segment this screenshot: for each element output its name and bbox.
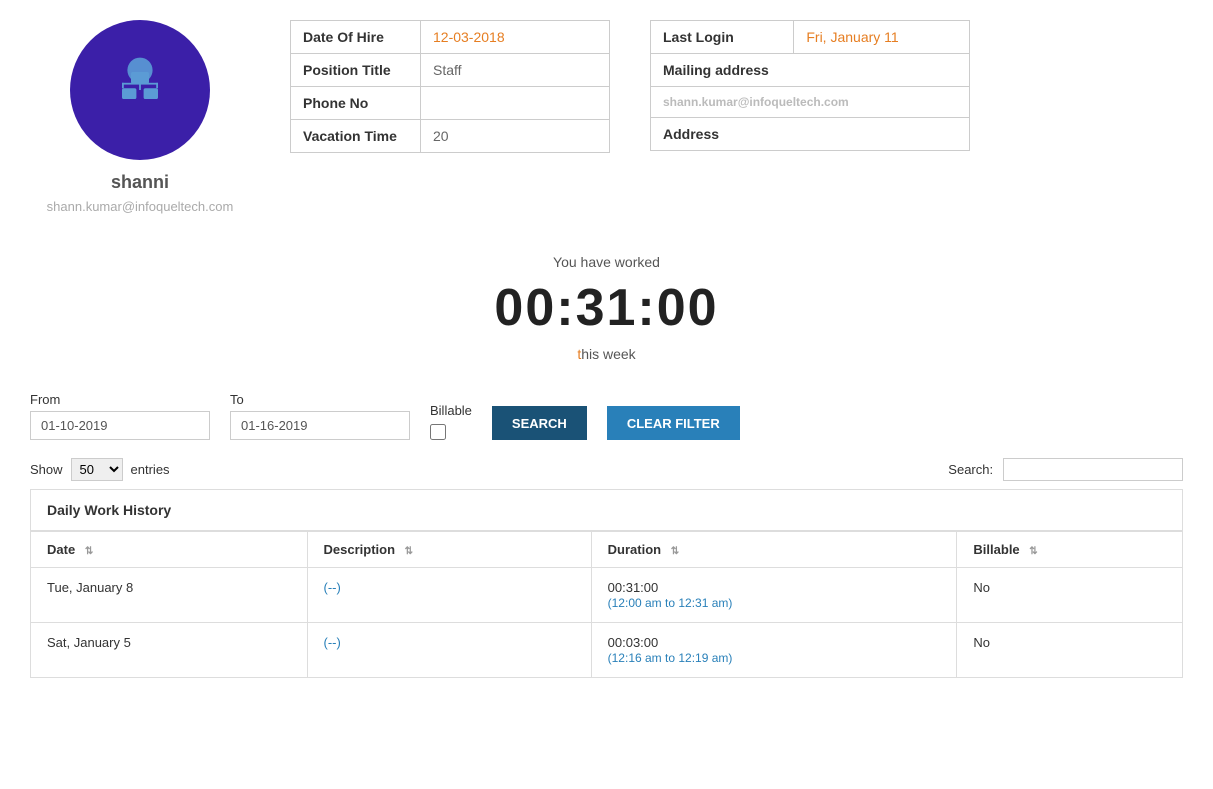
description-link[interactable]: (--) bbox=[324, 580, 341, 595]
table-section-title: Daily Work History bbox=[31, 490, 1183, 532]
table-row: Position Title Staff bbox=[291, 54, 610, 87]
table-row: Last Login Fri, January 11 bbox=[651, 21, 970, 54]
value-date-of-hire: 12-03-2018 bbox=[421, 21, 610, 54]
value-mailing-address: shann.kumar@infoqueltech.com bbox=[651, 87, 970, 118]
table-row: Date Of Hire 12-03-2018 bbox=[291, 21, 610, 54]
label-mailing-address: Mailing address bbox=[651, 54, 970, 87]
week-highlight: t bbox=[577, 346, 581, 362]
search-button[interactable]: SEARCH bbox=[492, 406, 587, 440]
col-duration-label: Duration bbox=[608, 542, 661, 557]
duration-value: 00:31:00 bbox=[608, 580, 659, 595]
table-search-input[interactable] bbox=[1003, 458, 1183, 481]
cell-description: (--) bbox=[307, 623, 591, 678]
sort-arrows-billable[interactable]: ⇅ bbox=[1029, 546, 1037, 557]
label-position-title: Position Title bbox=[291, 54, 421, 87]
daily-work-table: Daily Work History Date ⇅ Description ⇅ … bbox=[30, 489, 1183, 678]
employee-info-table: Date Of Hire 12-03-2018 Position Title S… bbox=[290, 20, 610, 153]
cell-date: Tue, January 8 bbox=[31, 568, 308, 623]
to-input[interactable] bbox=[230, 411, 410, 440]
sort-arrows-date[interactable]: ⇅ bbox=[85, 546, 93, 557]
table-row: Tue, January 8 (--) 00:31:00 (12:00 am t… bbox=[31, 568, 1183, 623]
table-row: Sat, January 5 (--) 00:03:00 (12:16 am t… bbox=[31, 623, 1183, 678]
worked-label: You have worked bbox=[0, 254, 1213, 270]
duration-detail: (12:16 am to 12:19 am) bbox=[608, 651, 733, 665]
show-entries: Show 50 25 10 100 entries bbox=[30, 458, 170, 481]
table-header-row: Date ⇅ Description ⇅ Duration ⇅ Billable… bbox=[31, 531, 1183, 568]
from-input[interactable] bbox=[30, 411, 210, 440]
cell-date: Sat, January 5 bbox=[31, 623, 308, 678]
col-date-label: Date bbox=[47, 542, 75, 557]
col-description: Description ⇅ bbox=[307, 531, 591, 568]
data-table-wrapper: Daily Work History Date ⇅ Description ⇅ … bbox=[0, 489, 1213, 708]
col-billable: Billable ⇅ bbox=[957, 531, 1183, 568]
from-group: From bbox=[30, 392, 210, 440]
sort-arrows-duration[interactable]: ⇅ bbox=[671, 546, 679, 557]
profile-email: shann.kumar@infoqueltech.com bbox=[47, 199, 234, 214]
search-label: Search: bbox=[948, 462, 993, 477]
table-row: Mailing address bbox=[651, 54, 970, 87]
login-info-table: Last Login Fri, January 11 Mailing addre… bbox=[650, 20, 970, 151]
info-tables: Date Of Hire 12-03-2018 Position Title S… bbox=[290, 20, 1183, 214]
billable-checkbox[interactable] bbox=[430, 424, 446, 440]
label-vacation-time: Vacation Time bbox=[291, 120, 421, 153]
avatar bbox=[70, 20, 210, 160]
cell-description: (--) bbox=[307, 568, 591, 623]
worked-section: You have worked 00:31:00 this week bbox=[0, 234, 1213, 372]
description-link[interactable]: (--) bbox=[324, 635, 341, 650]
profile-section: shanni shann.kumar@infoqueltech.com bbox=[30, 20, 250, 214]
label-phone-no: Phone No bbox=[291, 87, 421, 120]
show-label: Show bbox=[30, 462, 63, 477]
filter-section: From To Billable SEARCH CLEAR FILTER bbox=[0, 372, 1213, 450]
col-date: Date ⇅ bbox=[31, 531, 308, 568]
sort-arrows-description[interactable]: ⇅ bbox=[405, 546, 413, 557]
search-area: Search: bbox=[948, 458, 1183, 481]
col-description-label: Description bbox=[324, 542, 396, 557]
table-row: Vacation Time 20 bbox=[291, 120, 610, 153]
table-row: Phone No bbox=[291, 87, 610, 120]
col-duration: Duration ⇅ bbox=[591, 531, 957, 568]
col-billable-label: Billable bbox=[973, 542, 1019, 557]
profile-name: shanni bbox=[111, 172, 169, 193]
entries-select[interactable]: 50 25 10 100 bbox=[71, 458, 123, 481]
value-vacation-time: 20 bbox=[421, 120, 610, 153]
entries-label: entries bbox=[131, 462, 170, 477]
to-label: To bbox=[230, 392, 410, 407]
table-controls: Show 50 25 10 100 entries Search: bbox=[0, 450, 1213, 489]
duration-value: 00:03:00 bbox=[608, 635, 659, 650]
cell-duration: 00:31:00 (12:00 am to 12:31 am) bbox=[591, 568, 957, 623]
worked-week: this week bbox=[0, 346, 1213, 362]
value-phone-no bbox=[421, 87, 610, 120]
cell-duration: 00:03:00 (12:16 am to 12:19 am) bbox=[591, 623, 957, 678]
label-last-login: Last Login bbox=[651, 21, 794, 54]
billable-label: Billable bbox=[430, 403, 472, 418]
duration-detail: (12:00 am to 12:31 am) bbox=[608, 596, 733, 610]
value-last-login: Fri, January 11 bbox=[794, 21, 970, 54]
from-label: From bbox=[30, 392, 210, 407]
cell-billable: No bbox=[957, 623, 1183, 678]
table-row: Address bbox=[651, 118, 970, 151]
billable-group: Billable bbox=[430, 403, 472, 440]
label-date-of-hire: Date Of Hire bbox=[291, 21, 421, 54]
value-position-title: Staff bbox=[421, 54, 610, 87]
clear-filter-button[interactable]: CLEAR FILTER bbox=[607, 406, 740, 440]
cell-billable: No bbox=[957, 568, 1183, 623]
worked-time: 00:31:00 bbox=[0, 278, 1213, 338]
table-row: shann.kumar@infoqueltech.com bbox=[651, 87, 970, 118]
to-group: To bbox=[230, 392, 410, 440]
label-address: Address bbox=[651, 118, 970, 151]
